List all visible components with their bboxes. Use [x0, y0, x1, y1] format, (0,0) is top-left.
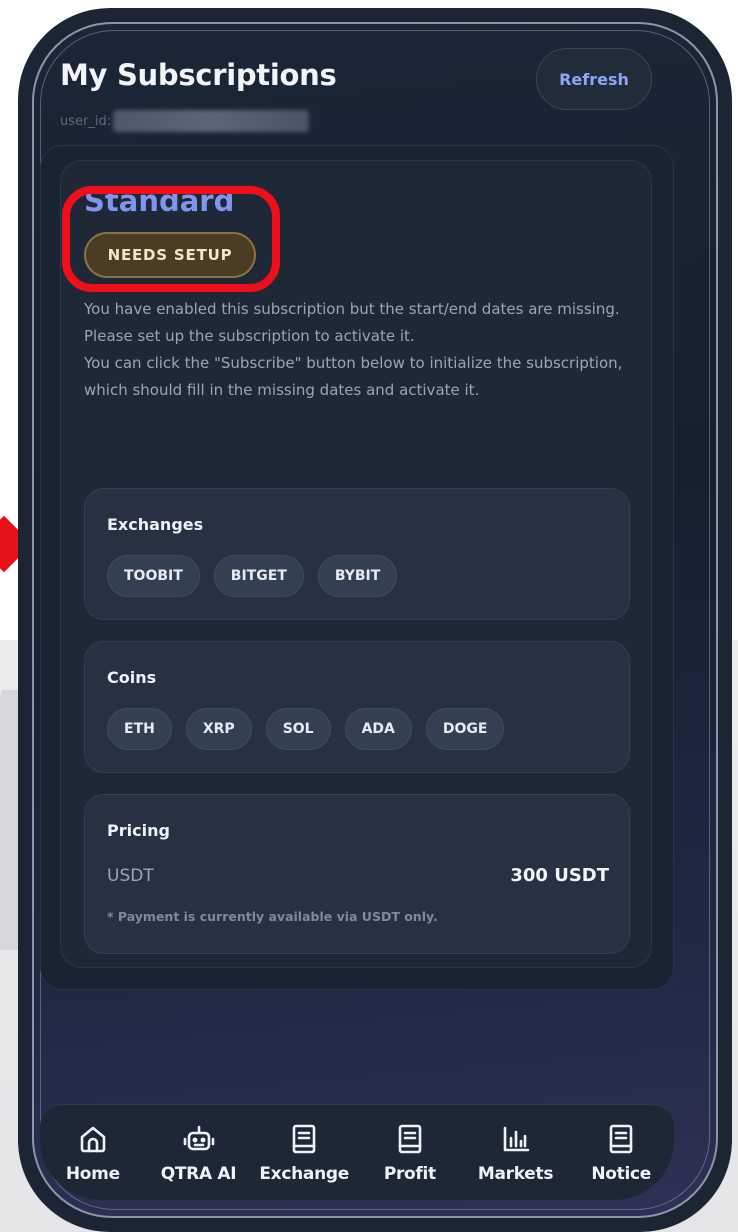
coin-chip: SOL	[265, 708, 331, 750]
coin-chip: DOGE	[425, 708, 505, 750]
exchanges-section: Exchanges TOOBIT BITGET BYBIT	[84, 488, 630, 620]
user-id-label: user_id:	[60, 113, 112, 129]
coins-section: Coins ETH XRP SOL ADA DOGE	[84, 641, 630, 773]
price-row: USDT 300 USDT	[107, 865, 609, 886]
bar-chart-icon	[499, 1122, 533, 1156]
nav-label: QTRA AI	[160, 1163, 237, 1184]
exchange-chip-list: TOOBIT BITGET BYBIT	[107, 555, 398, 597]
section-title: Exchanges	[107, 515, 204, 534]
nav-label: Home	[65, 1163, 120, 1184]
nav-item-profit[interactable]: Profit	[357, 1105, 463, 1200]
bottom-nav: Home QTRA AI Exchange Profit Markets Not…	[40, 1104, 674, 1200]
robot-icon	[182, 1122, 216, 1156]
section-title: Pricing	[107, 821, 170, 840]
section-title: Coins	[107, 668, 157, 687]
nav-item-notice[interactable]: Notice	[568, 1105, 674, 1200]
home-icon	[76, 1122, 110, 1156]
exchange-chip: BITGET	[213, 555, 304, 597]
description-paragraph: You have enabled this subscription but t…	[84, 300, 620, 345]
nav-label: Exchange	[259, 1163, 349, 1184]
nav-item-exchange[interactable]: Exchange	[251, 1105, 357, 1200]
page-title: My Subscriptions	[60, 58, 337, 92]
pricing-section: Pricing USDT 300 USDT * Payment is curre…	[84, 794, 630, 954]
coin-chip: ADA	[344, 708, 412, 750]
coin-chip: ETH	[107, 708, 172, 750]
annotation-highlight	[62, 186, 280, 292]
exchange-chip: TOOBIT	[107, 555, 200, 597]
exchange-chip: BYBIT	[317, 555, 398, 597]
document-icon	[287, 1122, 321, 1156]
document-icon	[393, 1122, 427, 1156]
price-value: 300 USDT	[510, 865, 609, 886]
description-paragraph: You can click the "Subscribe" button bel…	[84, 354, 623, 399]
coin-chip-list: ETH XRP SOL ADA DOGE	[107, 708, 505, 750]
payment-note: * Payment is currently available via USD…	[107, 909, 438, 924]
document-icon	[604, 1122, 638, 1156]
user-id: user_id:	[60, 110, 310, 132]
nav-item-markets[interactable]: Markets	[463, 1105, 569, 1200]
subscription-description: You have enabled this subscription but t…	[84, 296, 644, 404]
coin-chip: XRP	[185, 708, 252, 750]
nav-label: Notice	[591, 1163, 652, 1184]
nav-label: Profit	[383, 1163, 436, 1184]
nav-label: Markets	[477, 1163, 554, 1184]
nav-item-home[interactable]: Home	[40, 1105, 146, 1200]
nav-item-qtra-ai[interactable]: QTRA AI	[146, 1105, 252, 1200]
refresh-button[interactable]: Refresh	[536, 48, 652, 110]
currency-label: USDT	[107, 865, 154, 886]
user-id-redacted	[113, 110, 310, 132]
